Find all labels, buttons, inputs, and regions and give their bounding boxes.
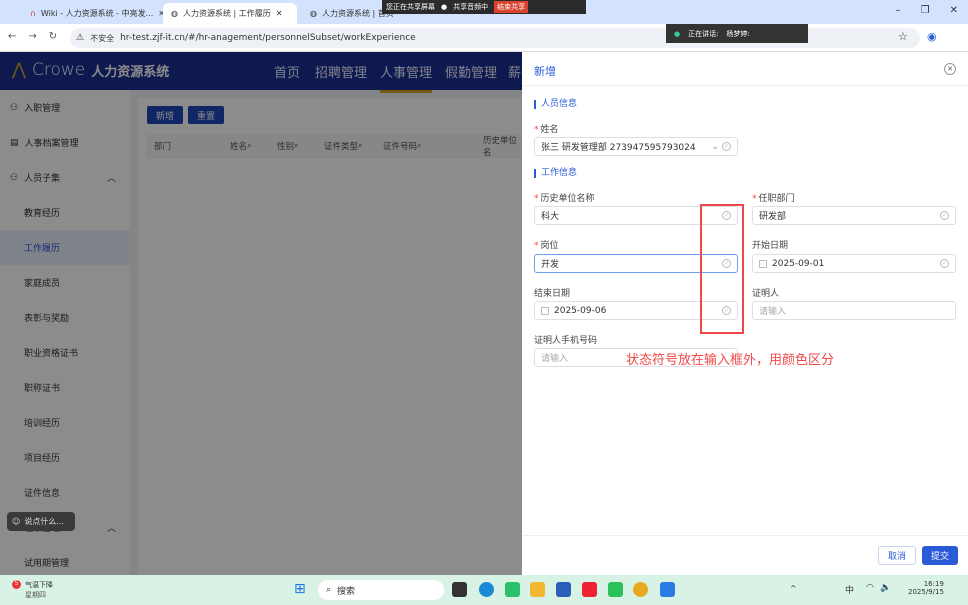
minimize-icon[interactable]: – (896, 5, 901, 16)
modal-overlay[interactable] (0, 52, 522, 575)
edge-icon[interactable] (479, 582, 494, 597)
department-label: * 任职部门 (752, 194, 795, 204)
smile-icon: ☺ (12, 517, 21, 526)
taskview-icon[interactable] (452, 582, 467, 597)
window-controls[interactable]: – ❐ ✕ (896, 5, 958, 16)
volume-icon[interactable]: 🔈 (880, 583, 891, 593)
clock[interactable]: 16:19 2025/9/15 (908, 580, 944, 596)
wechat-icon[interactable] (608, 582, 623, 597)
check-circle-icon: ✓ (722, 142, 731, 151)
reload-icon[interactable]: ↻ (49, 31, 57, 42)
name-label: * 姓名 (534, 125, 559, 135)
start-date-picker[interactable]: 2025-09-01 ✓ (752, 254, 956, 273)
globe-icon: ◍ (171, 9, 178, 18)
add-drawer: 新增 ✕ 人员信息 * 姓名 张三 研发管理部 273947595793024 ⌄ ✓… (522, 52, 968, 575)
weather-widget[interactable]: 5 气温下降 星期四 (12, 580, 53, 600)
close-icon[interactable]: ✕ (944, 63, 956, 75)
section-person-info: 人员信息 (534, 100, 577, 109)
forward-icon[interactable]: → (28, 31, 36, 42)
meeting-icon[interactable] (660, 582, 675, 597)
back-icon[interactable]: ← (8, 31, 16, 42)
app-icon[interactable] (505, 582, 520, 597)
close-window-icon[interactable]: ✕ (950, 5, 958, 16)
search-icon: ⌕ (326, 585, 332, 595)
calendar-icon (759, 259, 767, 268)
warning-icon: ⚠ (76, 33, 85, 43)
screen-share-bar: 您正在共享屏幕 ● 共享音频中 结束共享 (382, 0, 586, 14)
calendar-icon (541, 306, 549, 315)
witness-input[interactable]: 请输入 (752, 301, 956, 320)
star-icon[interactable]: ☆ (898, 30, 908, 43)
check-circle-icon: ✓ (940, 211, 949, 220)
annotation-highlight-box (700, 204, 744, 334)
submit-button[interactable]: 提交 (922, 546, 959, 565)
section-work-info: 工作信息 (534, 169, 577, 178)
folder-icon[interactable] (530, 582, 545, 597)
end-date-label: 结束日期 (534, 289, 571, 299)
ime-indicator[interactable]: 中 (845, 583, 854, 596)
department-input[interactable]: 研发部 ✓ (752, 206, 956, 225)
wps-icon[interactable] (582, 582, 597, 597)
mic-icon: ● (674, 29, 681, 38)
address-bar: ← → ↻ ⚠ 不安全 hr-test.zjf-it.cn/#/hr-anagement… (0, 24, 968, 52)
record-icon[interactable]: ● (441, 3, 447, 11)
wifi-icon[interactable]: ◠ (866, 583, 874, 593)
divider (522, 85, 968, 86)
speaking-indicator: ● 正在讲话: 杨梦婷: (666, 24, 808, 43)
word-icon[interactable] (556, 582, 571, 597)
cancel-button[interactable]: 取消 (878, 546, 917, 565)
post-label: * 岗位 (534, 241, 559, 251)
chevron-down-icon: ⌄ (711, 141, 719, 152)
close-icon[interactable]: ✕ (276, 9, 283, 18)
chat-bubble[interactable]: ☺ 说点什么... (7, 512, 75, 531)
start-date-label: 开始日期 (752, 241, 789, 251)
taskbar-search[interactable]: ⌕ 搜索 (318, 580, 444, 600)
browser-tab[interactable]: ◍ 人力资源系统 | 工作履历 ✕ (163, 3, 297, 24)
globe-icon: ◍ (310, 9, 317, 18)
witness-phone-label: 证明人手机号码 (534, 336, 598, 346)
witness-label: 证明人 (752, 289, 780, 299)
stop-share-button[interactable]: 结束共享 (494, 1, 529, 13)
company-label: * 历史单位名称 (534, 194, 595, 204)
wiki-icon: ∩ (30, 9, 36, 18)
browser-tab[interactable]: ∩ Wiki - 人力资源系统 - 中亮发... ✕ (22, 3, 173, 24)
taskbar: 5 气温下降 星期四 ⊞ ⌕ 搜索 ^ 中 ◠ 🔈 16:19 2025/9/15 (0, 575, 968, 605)
annotation-text: 状态符号放在输入框外，用颜色区分 (626, 353, 835, 368)
restore-icon[interactable]: ❐ (921, 5, 930, 16)
chrome-icon[interactable] (633, 582, 648, 597)
name-select[interactable]: 张三 研发管理部 273947595793024 ⌄ ✓ (534, 137, 738, 156)
divider (522, 535, 968, 536)
check-circle-icon: ✓ (940, 259, 949, 268)
profile-icon[interactable]: ◉ (927, 30, 937, 43)
tray-chevron-icon[interactable]: ^ (790, 584, 797, 593)
windows-start-icon[interactable]: ⊞ (294, 581, 306, 597)
drawer-title: 新增 (534, 65, 556, 78)
